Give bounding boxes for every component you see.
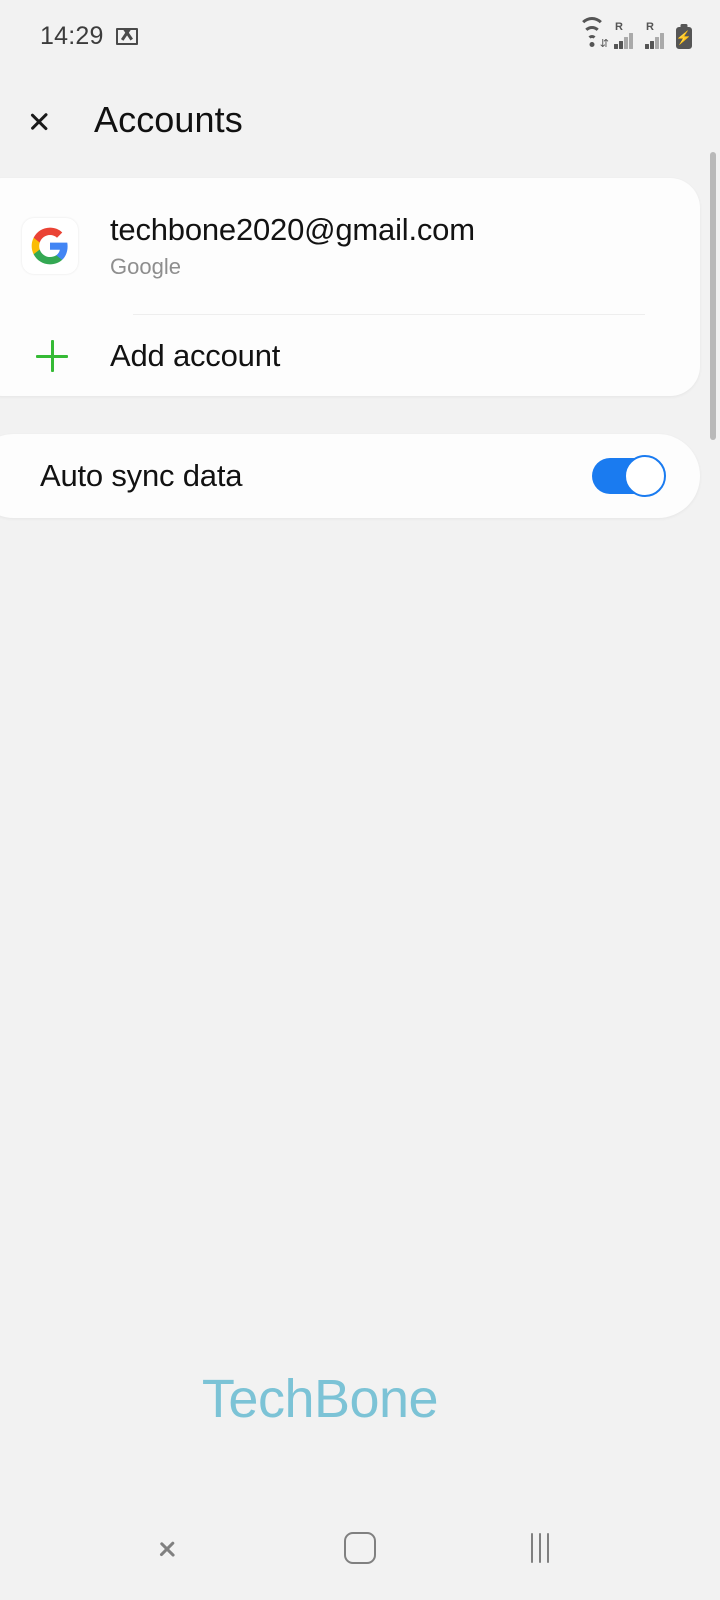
- nav-home-icon: [344, 1532, 376, 1564]
- page-title: Accounts: [94, 99, 243, 140]
- scrollbar[interactable]: [710, 152, 716, 440]
- auto-sync-toggle[interactable]: [592, 455, 666, 497]
- google-logo-icon: [22, 218, 78, 274]
- status-bar: 14:29 ⇵ R R ⚡: [0, 0, 720, 72]
- roaming-label-sim1: R: [615, 20, 623, 33]
- battery-bolt-glyph: ⚡: [675, 29, 693, 45]
- phone-screen: 14:29 ⇵ R R ⚡ Accounts techbone2020@gmai…: [0, 0, 720, 1600]
- back-chevron-icon[interactable]: [40, 98, 66, 142]
- account-provider: Google: [110, 254, 181, 279]
- signal-sim2-icon: R: [645, 20, 669, 49]
- auto-sync-card: Auto sync data: [0, 434, 700, 518]
- status-bar-right: ⇵ R R ⚡: [577, 16, 693, 50]
- account-text-block: techbone2020@gmail.com Google: [110, 212, 475, 280]
- wifi-icon: ⇵: [577, 16, 609, 50]
- toggle-thumb: [624, 455, 666, 497]
- app-header: Accounts: [0, 72, 720, 168]
- watermark: TechBone: [201, 1369, 439, 1429]
- add-account-label: Add account: [110, 337, 281, 373]
- status-bar-left: 14:29: [40, 22, 138, 51]
- account-email: techbone2020@gmail.com: [110, 212, 475, 247]
- wifi-transfer-glyph: ⇵: [599, 37, 609, 50]
- nav-recents-icon: [530, 1533, 550, 1563]
- status-time: 14:29: [40, 21, 104, 50]
- add-account-row[interactable]: Add account: [0, 315, 700, 396]
- account-row-google[interactable]: techbone2020@gmail.com Google: [0, 178, 700, 314]
- accounts-card: techbone2020@gmail.com Google Add accoun…: [0, 178, 700, 396]
- google-g-glyph: [31, 227, 68, 265]
- signal-sim1-icon: R: [614, 20, 638, 49]
- navigation-bar: [0, 1496, 720, 1600]
- plus-icon: [22, 336, 78, 376]
- roaming-label-sim2: R: [646, 20, 654, 33]
- nav-back-button[interactable]: [140, 1518, 220, 1578]
- auto-sync-row[interactable]: Auto sync data: [0, 434, 700, 518]
- auto-sync-label: Auto sync data: [40, 458, 243, 493]
- nav-home-button[interactable]: [320, 1518, 400, 1578]
- nav-recents-button[interactable]: [500, 1518, 580, 1578]
- gmail-icon: [115, 27, 138, 45]
- battery-charging-icon: ⚡: [675, 23, 693, 49]
- nav-back-icon: [169, 1530, 191, 1566]
